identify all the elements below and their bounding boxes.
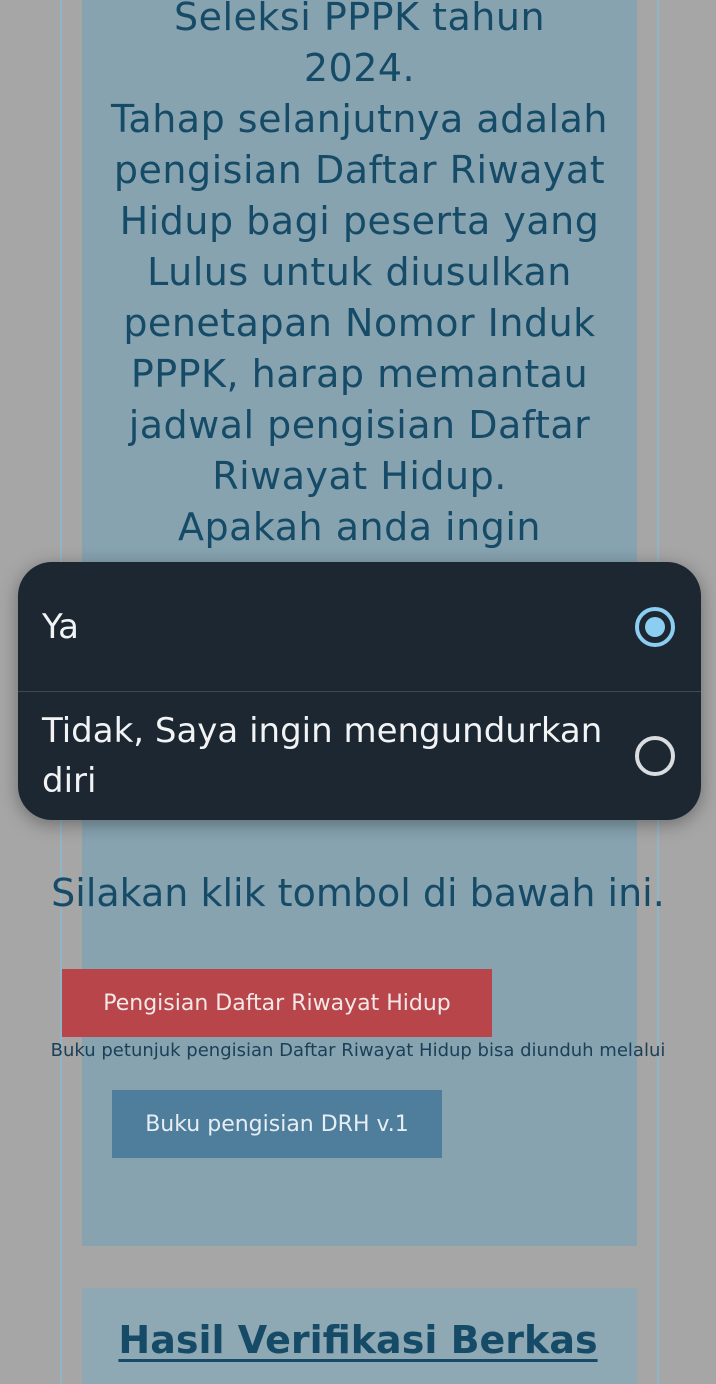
section-title: Hasil Verifikasi Berkas xyxy=(118,1318,598,1362)
radio-selected-icon[interactable] xyxy=(635,606,675,647)
announcement-question: Apakah anda ingin xyxy=(178,505,541,549)
radio-unselected-icon[interactable] xyxy=(635,736,675,776)
option-yes-label: Ya xyxy=(42,606,79,647)
guide-download-button[interactable]: Buku pengisian DRH v.1 xyxy=(112,1090,442,1158)
option-resign-label: Tidak, Saya ingin mengundurkan diri xyxy=(42,711,603,801)
guide-note: Buku petunjuk pengisian Daftar Riwayat H… xyxy=(50,1040,666,1061)
announcement-paragraph: Tahap selanjutnya adalah pengisian Dafta… xyxy=(111,97,608,498)
choice-dialog: Ya Tidak, Saya ingin mengundurkan diri xyxy=(18,562,701,820)
option-resign[interactable]: Tidak, Saya ingin mengundurkan diri xyxy=(18,692,701,820)
instruction-text: Silakan klik tombol di bawah ini. xyxy=(51,871,665,915)
option-yes[interactable]: Ya xyxy=(18,562,701,691)
announcement-text: Seleksi PPPK tahun 2024. Tahap selanjutn… xyxy=(82,0,637,553)
drh-fill-button[interactable]: Pengisian Daftar Riwayat Hidup xyxy=(62,969,492,1037)
announcement-line-1: Seleksi PPPK tahun xyxy=(173,0,546,39)
page: Seleksi PPPK tahun 2024. Tahap selanjutn… xyxy=(0,0,716,1384)
announcement-line-2: 2024. xyxy=(303,46,416,90)
